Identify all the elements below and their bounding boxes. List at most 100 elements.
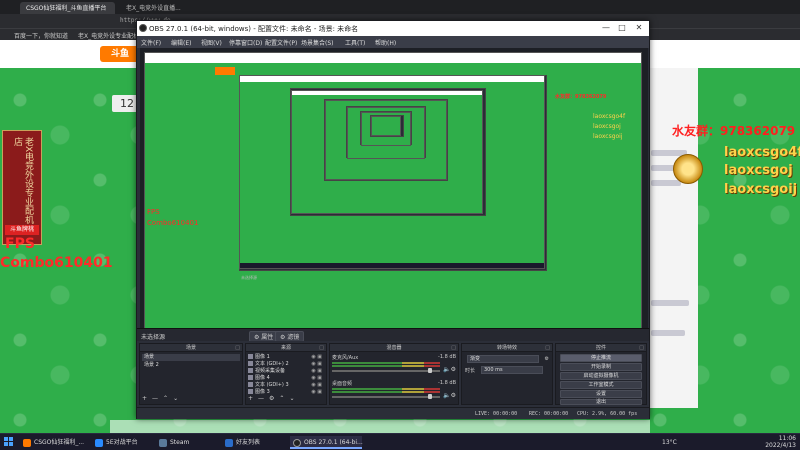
remove-source-icon[interactable]: — <box>258 395 264 402</box>
stop-streaming-button[interactable]: 停止推流 <box>560 354 642 362</box>
obs-titlebar[interactable]: OBS 27.0.1 (64-bit, windows) - 配置文件: 未命名… <box>137 21 649 36</box>
taskbar-obs[interactable]: OBS 27.0.1 (64-bi... <box>290 436 363 449</box>
controls-dock: 控件 □ 停止推流 开始录制 启动虚拟摄像机 工作室模式 设置 退出 <box>555 343 647 405</box>
transition-type-select[interactable]: 渐变 <box>467 355 539 363</box>
coin-icon <box>673 154 703 184</box>
taskbar-steam[interactable]: Steam <box>156 436 218 449</box>
eye-lock-icon[interactable]: ◉ ▣ <box>311 389 322 396</box>
text-source-icon <box>248 361 253 366</box>
move-down-icon[interactable]: ⌄ <box>289 395 294 402</box>
menu-view[interactable]: 视图(V) <box>201 38 222 47</box>
eye-lock-icon[interactable]: ◉ ▣ <box>311 354 322 361</box>
menu-profile[interactable]: 配置文件(P) <box>265 38 297 47</box>
obs-logo-icon <box>139 24 147 32</box>
move-up-icon[interactable]: ⌃ <box>163 395 168 402</box>
douyu-badge: 斗鱼牌桃 <box>5 225 39 235</box>
source-item[interactable]: 文本 (GDI+) 2 ◉ ▣ <box>248 361 324 368</box>
windows-start-icon[interactable] <box>4 437 14 447</box>
preview-browser-header <box>145 53 641 63</box>
source-item[interactable]: 文本 (GDI+) 3 ◉ ▣ <box>248 382 324 389</box>
mixer-track-name: 桌面音频 <box>332 381 353 387</box>
maximize-icon[interactable]: □ <box>615 22 629 34</box>
menu-edit[interactable]: 编辑(E) <box>171 38 191 47</box>
dock-float-icon[interactable]: □ <box>639 344 644 352</box>
source-toolbar-label: 未选择源 <box>141 334 166 341</box>
preview-lao-3: laoxcsgoij <box>593 133 623 140</box>
camera-source-icon <box>248 368 253 373</box>
add-scene-icon[interactable]: + <box>142 395 147 402</box>
volume-slider[interactable] <box>332 370 440 372</box>
site-logo[interactable]: 斗鱼 <box>100 46 140 62</box>
scene-item[interactable]: 场景 <box>142 354 240 361</box>
remove-scene-icon[interactable]: — <box>152 395 158 402</box>
source-item-label: 图像 1 <box>255 354 270 360</box>
move-down-icon[interactable]: ⌄ <box>173 395 178 402</box>
source-item[interactable]: 图像 1 ◉ ▣ <box>248 354 324 361</box>
mixer-track-db: -1.8 dB <box>438 354 456 360</box>
scene-item[interactable]: 场景 2 <box>142 362 240 369</box>
speaker-gear-icon[interactable]: 🔈⚙ <box>443 366 456 373</box>
rec-timer: REC: 00:00:00 <box>529 411 569 417</box>
volume-slider-handle[interactable] <box>428 394 432 399</box>
weather-temperature[interactable]: 13°C <box>662 439 677 446</box>
menu-file[interactable]: 文件(F) <box>141 38 161 47</box>
cpu-status: CPU: 2.9%, 60.00 fps <box>577 411 638 417</box>
5e-app-icon <box>95 439 103 447</box>
lao-line-2: laoxcsgoj <box>724 163 793 178</box>
preview-fps: FPS <box>147 208 160 216</box>
studio-mode-button[interactable]: 工作室模式 <box>560 381 642 389</box>
preview-combo: Combo610401 <box>147 219 199 227</box>
desktop: CSGO仙狂福利_斗鱼直播平台 老X_电竞外设直播... https://www… <box>0 0 800 450</box>
gear-icon[interactable]: ⚙ <box>545 356 549 362</box>
gear-icon[interactable]: ⚙ <box>269 395 274 402</box>
dock-float-icon[interactable]: □ <box>545 344 550 352</box>
exit-button[interactable]: 退出 <box>560 399 642 405</box>
volume-slider-handle[interactable] <box>428 368 432 373</box>
sources-dock-header: 来源 □ <box>246 344 326 352</box>
menu-help[interactable]: 帮助(H) <box>375 38 396 47</box>
mixer-track-name: 麦克风/Aux <box>332 355 359 361</box>
obs-docks: 场景 □ 场景 场景 2 + — ⌃ ⌄ 来源 □ 图像 1 ◉ ▣ 文本 (GDI+) 2… <box>137 341 649 407</box>
menu-docks[interactable]: 停靠窗口(D) <box>229 38 262 47</box>
preview-status-label: 未选择源 <box>241 275 257 280</box>
browser-tab-douyu[interactable]: CSGO仙狂福利_斗鱼直播平台 <box>20 2 115 14</box>
bookmark-baidu[interactable]: 百度一下，你就知道 <box>14 31 68 40</box>
transition-duration-row: 时长 300 ms <box>465 366 549 375</box>
start-recording-button[interactable]: 开始录制 <box>560 363 642 371</box>
transitions-dock: 转场特效 □ 渐变 ⚙ 时长 300 ms <box>461 343 553 405</box>
eye-lock-icon[interactable]: ◉ ▣ <box>311 375 322 382</box>
mixer-track-db: -1.8 dB <box>438 380 456 386</box>
eye-lock-icon[interactable]: ◉ ▣ <box>311 382 322 389</box>
source-item[interactable]: 视频采集设备 ◉ ▣ <box>248 368 324 375</box>
eye-lock-icon[interactable]: ◉ ▣ <box>311 361 322 368</box>
speaker-gear-icon[interactable]: 🔈⚙ <box>443 392 456 399</box>
dock-float-icon[interactable]: □ <box>319 344 324 352</box>
volume-slider[interactable] <box>332 396 440 398</box>
menu-tools[interactable]: 工具(T) <box>345 38 365 47</box>
taskbar-5e[interactable]: 5E对战平台 <box>92 436 154 449</box>
add-source-icon[interactable]: + <box>248 395 253 402</box>
minimize-icon[interactable]: — <box>599 22 613 34</box>
close-icon[interactable]: ✕ <box>632 22 646 34</box>
source-item[interactable]: 图像 4 ◉ ▣ <box>248 375 324 382</box>
eye-lock-icon[interactable]: ◉ ▣ <box>311 368 322 375</box>
virtual-camera-button[interactable]: 启动虚拟摄像机 <box>560 372 642 380</box>
qq-group-text: 水友群：978362079 <box>672 124 796 138</box>
preview-header-3 <box>292 91 482 95</box>
dock-float-icon[interactable]: □ <box>451 344 456 352</box>
browser-tab-laox[interactable]: 老X_电竞外设直播... <box>120 2 215 14</box>
menu-scene-collection[interactable]: 场景集合(S) <box>301 38 334 47</box>
system-clock[interactable]: 11:06 2022/4/13 <box>765 435 796 450</box>
move-up-icon[interactable]: ⌃ <box>279 395 284 402</box>
live-timer: LIVE: 00:00:00 <box>475 411 518 417</box>
preview-header-2 <box>240 76 544 82</box>
transitions-dock-header: 转场特效 □ <box>462 344 552 352</box>
dock-float-icon[interactable]: □ <box>235 344 240 352</box>
settings-button[interactable]: 设置 <box>560 390 642 398</box>
taskbar-douyu[interactable]: CSGO仙狂福利_... <box>20 436 90 449</box>
sources-toolbar: + — ⚙ ⌃ ⌄ <box>248 395 299 403</box>
obs-preview[interactable]: 水友群：978362079 laoxcsgo4f laoxcsgoj laoxc… <box>140 48 648 346</box>
taskbar-friends[interactable]: 好友列表 <box>222 436 284 449</box>
duration-input[interactable]: 300 ms <box>481 366 543 374</box>
browser-tab-bar: CSGO仙狂福利_斗鱼直播平台 老X_电竞外设直播... <box>0 0 800 14</box>
